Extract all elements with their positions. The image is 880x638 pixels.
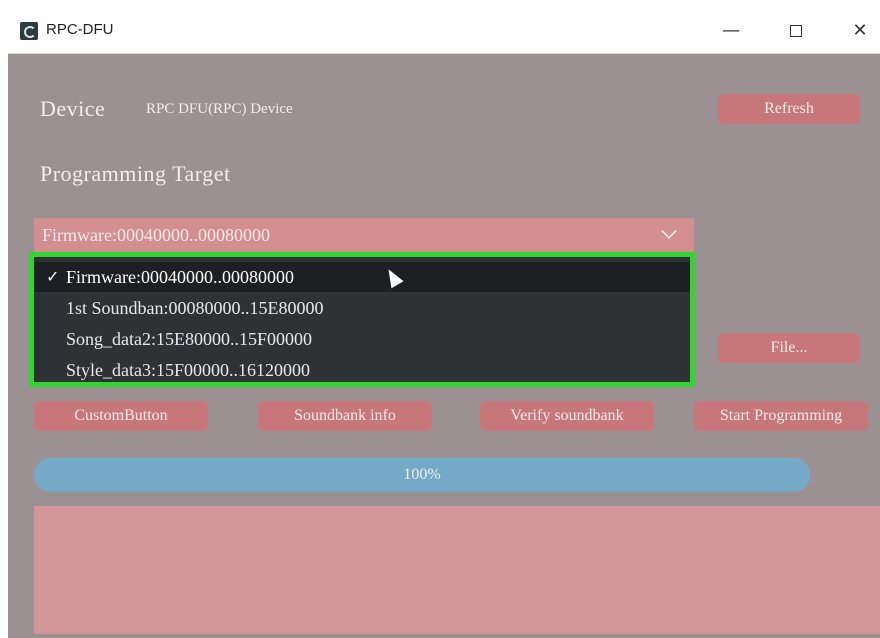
app-icon (20, 22, 38, 40)
dropdown-option[interactable]: Style_data3:15F00000..16120000 (34, 355, 690, 385)
file-button[interactable]: File... (718, 333, 860, 363)
app-window: RPC-DFU — ✕ Device RPC DFU(RPC) Device R… (8, 8, 880, 638)
dropdown-option[interactable]: 1st Soundban:00080000..15E80000 (34, 293, 690, 323)
device-label: Device (40, 96, 106, 121)
programming-target-select[interactable]: Firmware:00040000..00080000 (34, 218, 694, 252)
chevron-down-icon (661, 223, 677, 239)
option-label: Firmware:00040000..00080000 (66, 267, 294, 287)
log-output-area[interactable] (34, 506, 880, 634)
maximize-icon (790, 25, 802, 37)
progress-text: 100% (403, 466, 441, 483)
option-label: Style_data3:15F00000..16120000 (66, 360, 310, 380)
dropdown-option[interactable]: ✓ Firmware:00040000..00080000 (34, 262, 690, 292)
close-button[interactable]: ✕ (840, 18, 880, 44)
refresh-button[interactable]: Refresh (718, 94, 860, 124)
checkmark-icon: ✓ (46, 267, 60, 286)
programming-target-label: Programming Target (40, 161, 231, 186)
select-value: Firmware:00040000..00080000 (42, 225, 270, 245)
verify-soundbank-button[interactable]: Verify soundbank (480, 401, 654, 431)
dropdown-option[interactable]: Song_data2:15E80000..15F00000 (34, 324, 690, 354)
target-dropdown-list: ✓ Firmware:00040000..00080000 1st Soundb… (29, 252, 695, 387)
custom-button[interactable]: CustomButton (34, 401, 208, 431)
option-label: 1st Soundban:00080000..15E80000 (66, 298, 324, 318)
soundbank-info-button[interactable]: Soundbank info (258, 401, 432, 431)
maximize-button[interactable] (776, 18, 816, 44)
device-value: RPC DFU(RPC) Device (146, 101, 293, 117)
window-title: RPC-DFU (46, 21, 114, 38)
title-bar: RPC-DFU — ✕ (8, 8, 880, 54)
progress-bar: 100% (34, 458, 810, 492)
start-programming-button[interactable]: Start Programming (694, 401, 868, 431)
minimize-button[interactable]: — (711, 18, 751, 44)
option-label: Song_data2:15E80000..15F00000 (66, 329, 312, 349)
mouse-cursor-icon (382, 265, 404, 289)
